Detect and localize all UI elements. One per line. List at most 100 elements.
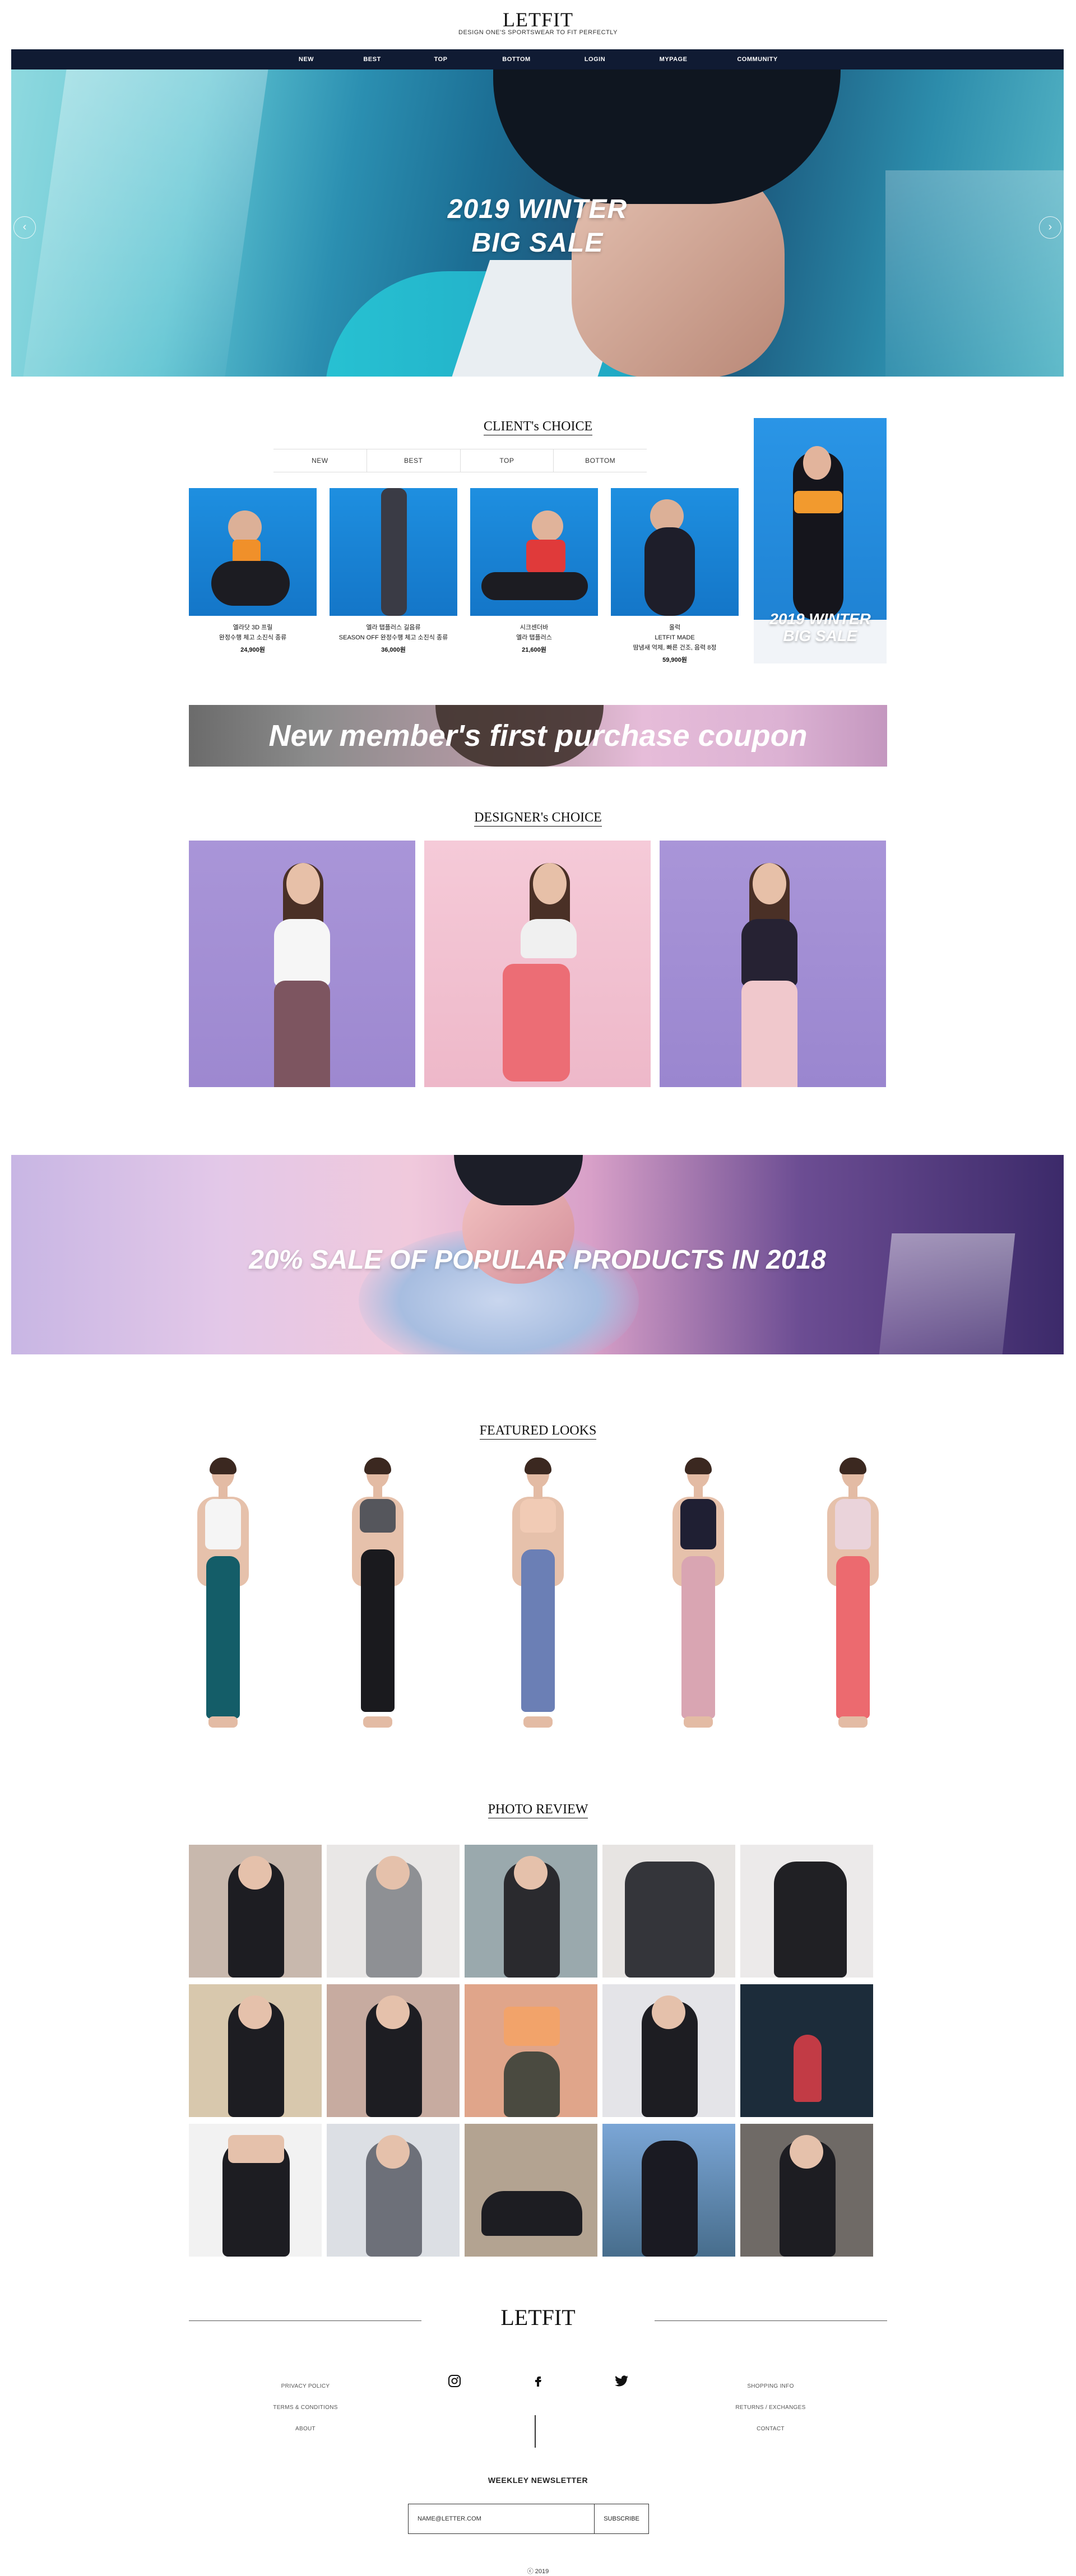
side-banner-text: 2019 WINTER BIG SALE [754,611,887,644]
site-logo[interactable]: LETFIT [0,8,1076,31]
product-card[interactable]: 엘라닷 3D 프릴 완정수행 체고 소진식 종류 24,900원 [189,488,317,654]
review-photo[interactable] [602,1845,735,1978]
clients-choice-title-text: CLIENT's CHOICE [483,419,593,435]
sale-banner-text: 20% SALE OF POPULAR PRODUCTS IN 2018 [249,1245,826,1275]
coupon-banner[interactable]: New member's first purchase coupon [189,705,887,767]
copyright-text: ⓒ 2019 [527,2568,549,2575]
featured-look-item[interactable] [189,1458,257,1734]
footer-vertical-divider [535,2415,536,2448]
product-card[interactable]: 엘라 탭플러스 길음류 SEASON OFF 완정수행 체고 소진식 종류 36… [330,488,457,654]
hero-title-line1: 2019 WINTER [447,194,628,224]
product-name-line2: LETFIT MADE [655,634,695,641]
instagram-icon[interactable] [446,2373,463,2389]
product-image[interactable] [189,488,317,616]
product-card[interactable]: 시크센더바 엘라 탭플러스 21,600원 [470,488,598,654]
footer-link-shopping-info[interactable]: SHOPPING INFO [715,2376,827,2397]
photo-review-title-text: PHOTO REVIEW [488,1802,588,1818]
footer-link-contact[interactable]: CONTACT [715,2419,827,2440]
review-photo[interactable] [465,1984,597,2117]
side-promo-banner[interactable]: 2019 WINTER BIG SALE [754,418,887,663]
designer-card[interactable] [660,841,886,1087]
product-name-line1: 엘라 탭플러스 길음류 [366,624,421,631]
tab-new[interactable]: NEW [273,449,367,472]
chevron-right-icon[interactable]: › [1039,216,1061,239]
featured-looks-title: FEATURED LOOKS [0,1423,1076,1440]
review-photo[interactable] [740,1984,873,2117]
designer-card[interactable] [189,841,415,1087]
clients-choice-title: CLIENT's CHOICE [0,419,1076,435]
featured-look-item[interactable] [665,1458,732,1734]
footer-link-about[interactable]: ABOUT [249,2419,361,2440]
product-name-line1: 시크센더바 [520,624,549,631]
review-photo[interactable] [189,2124,322,2257]
coupon-text: New member's first purchase coupon [268,719,808,753]
nav-item-best[interactable]: BEST [340,56,405,63]
product-name-line1: 엘라닷 3D 프릴 [233,624,273,631]
product-card[interactable]: 올럭 LETFIT MADE 땀냄새 억제, 빠른 건조, 음력 8정 59,9… [611,488,739,664]
product-price: 21,600원 [522,647,546,653]
product-name[interactable]: 시크센더바 엘라 탭플러스 [470,623,598,643]
product-image[interactable] [611,488,739,616]
subscribe-button[interactable]: SUBSCRIBE [595,2504,648,2533]
product-name[interactable]: 올럭 LETFIT MADE 땀냄새 억제, 빠른 건조, 음력 8정 [611,623,739,653]
side-banner-line2: BIG SALE [783,627,857,644]
review-photo[interactable] [465,1845,597,1978]
side-banner-model-top [794,491,842,513]
designers-choice-title: DESIGNER's CHOICE [0,810,1076,827]
newsletter-form: SUBSCRIBE [408,2504,649,2534]
hero-banner[interactable]: 2019 WINTER BIG SALE ‹ › [11,69,1064,377]
footer-social-icons [446,2373,630,2389]
product-name-line2: SEASON OFF 완정수행 체고 소진식 종류 [338,634,448,641]
review-photo[interactable] [465,2124,597,2257]
main-nav: NEW BEST TOP BOTTOM LOGIN MYPAGE COMMUNI… [11,49,1064,69]
review-photo[interactable] [189,1845,322,1978]
footer-link-returns[interactable]: RETURNS / EXCHANGES [715,2397,827,2419]
designers-choice-title-text: DESIGNER's CHOICE [474,810,602,827]
footer-link-terms[interactable]: TERMS & CONDITIONS [249,2397,361,2419]
site-header: LETFIT DESIGN ONE'S SPORTSWEAR TO FIT PE… [0,0,1076,49]
featured-look-item[interactable] [819,1458,887,1734]
product-price: 24,900원 [240,647,265,653]
review-photo[interactable] [740,1845,873,1978]
tab-top[interactable]: TOP [461,449,554,472]
footer-links-left: PRIVACY POLICY TERMS & CONDITIONS ABOUT [249,2376,361,2440]
designer-card[interactable] [424,841,651,1087]
newsletter-email-input[interactable] [409,2504,595,2533]
tab-bottom[interactable]: BOTTOM [554,449,647,472]
nav-item-bottom[interactable]: BOTTOM [477,56,556,63]
tab-best[interactable]: BEST [367,449,461,472]
review-photo[interactable] [327,1845,460,1978]
featured-look-item[interactable] [344,1458,411,1734]
nav-item-new[interactable]: NEW [273,56,340,63]
clients-choice-tabs: NEW BEST TOP BOTTOM [273,449,647,472]
nav-item-login[interactable]: LOGIN [556,56,634,63]
product-price: 36,000원 [381,647,406,653]
product-name[interactable]: 엘라닷 3D 프릴 완정수행 체고 소진식 종류 [189,623,317,643]
review-photo[interactable] [602,1984,735,2117]
product-name-line2: 완정수행 체고 소진식 종류 [219,634,287,641]
facebook-icon[interactable] [530,2373,546,2389]
product-name-line3: 땀냄새 억제, 빠른 건조, 음력 8정 [633,644,717,651]
nav-item-community[interactable]: COMMUNITY [713,56,803,63]
product-image[interactable] [470,488,598,616]
site-tagline: DESIGN ONE'S SPORTSWEAR TO FIT PERFECTLY [458,29,618,36]
review-photo[interactable] [327,2124,460,2257]
review-photo[interactable] [602,2124,735,2257]
product-name[interactable]: 엘라 탭플러스 길음류 SEASON OFF 완정수행 체고 소진식 종류 [330,623,457,643]
nav-item-mypage[interactable]: MYPAGE [634,56,713,63]
twitter-icon[interactable] [613,2373,630,2389]
product-image[interactable] [330,488,457,616]
footer-link-privacy[interactable]: PRIVACY POLICY [249,2376,361,2397]
chevron-left-icon[interactable]: ‹ [13,216,36,239]
review-photo[interactable] [740,2124,873,2257]
featured-looks-title-text: FEATURED LOOKS [479,1423,597,1440]
side-banner-model-face [803,446,831,480]
nav-item-top[interactable]: TOP [405,56,477,63]
review-photo[interactable] [189,1984,322,2117]
featured-look-item[interactable] [504,1458,572,1734]
sale-banner[interactable]: 20% SALE OF POPULAR PRODUCTS IN 2018 [11,1155,1064,1354]
footer-links-right: SHOPPING INFO RETURNS / EXCHANGES CONTAC… [715,2376,827,2440]
hero-title: 2019 WINTER BIG SALE [11,193,1064,260]
review-photo[interactable] [327,1984,460,2117]
footer-logo[interactable]: LETFIT [0,2304,1076,2331]
